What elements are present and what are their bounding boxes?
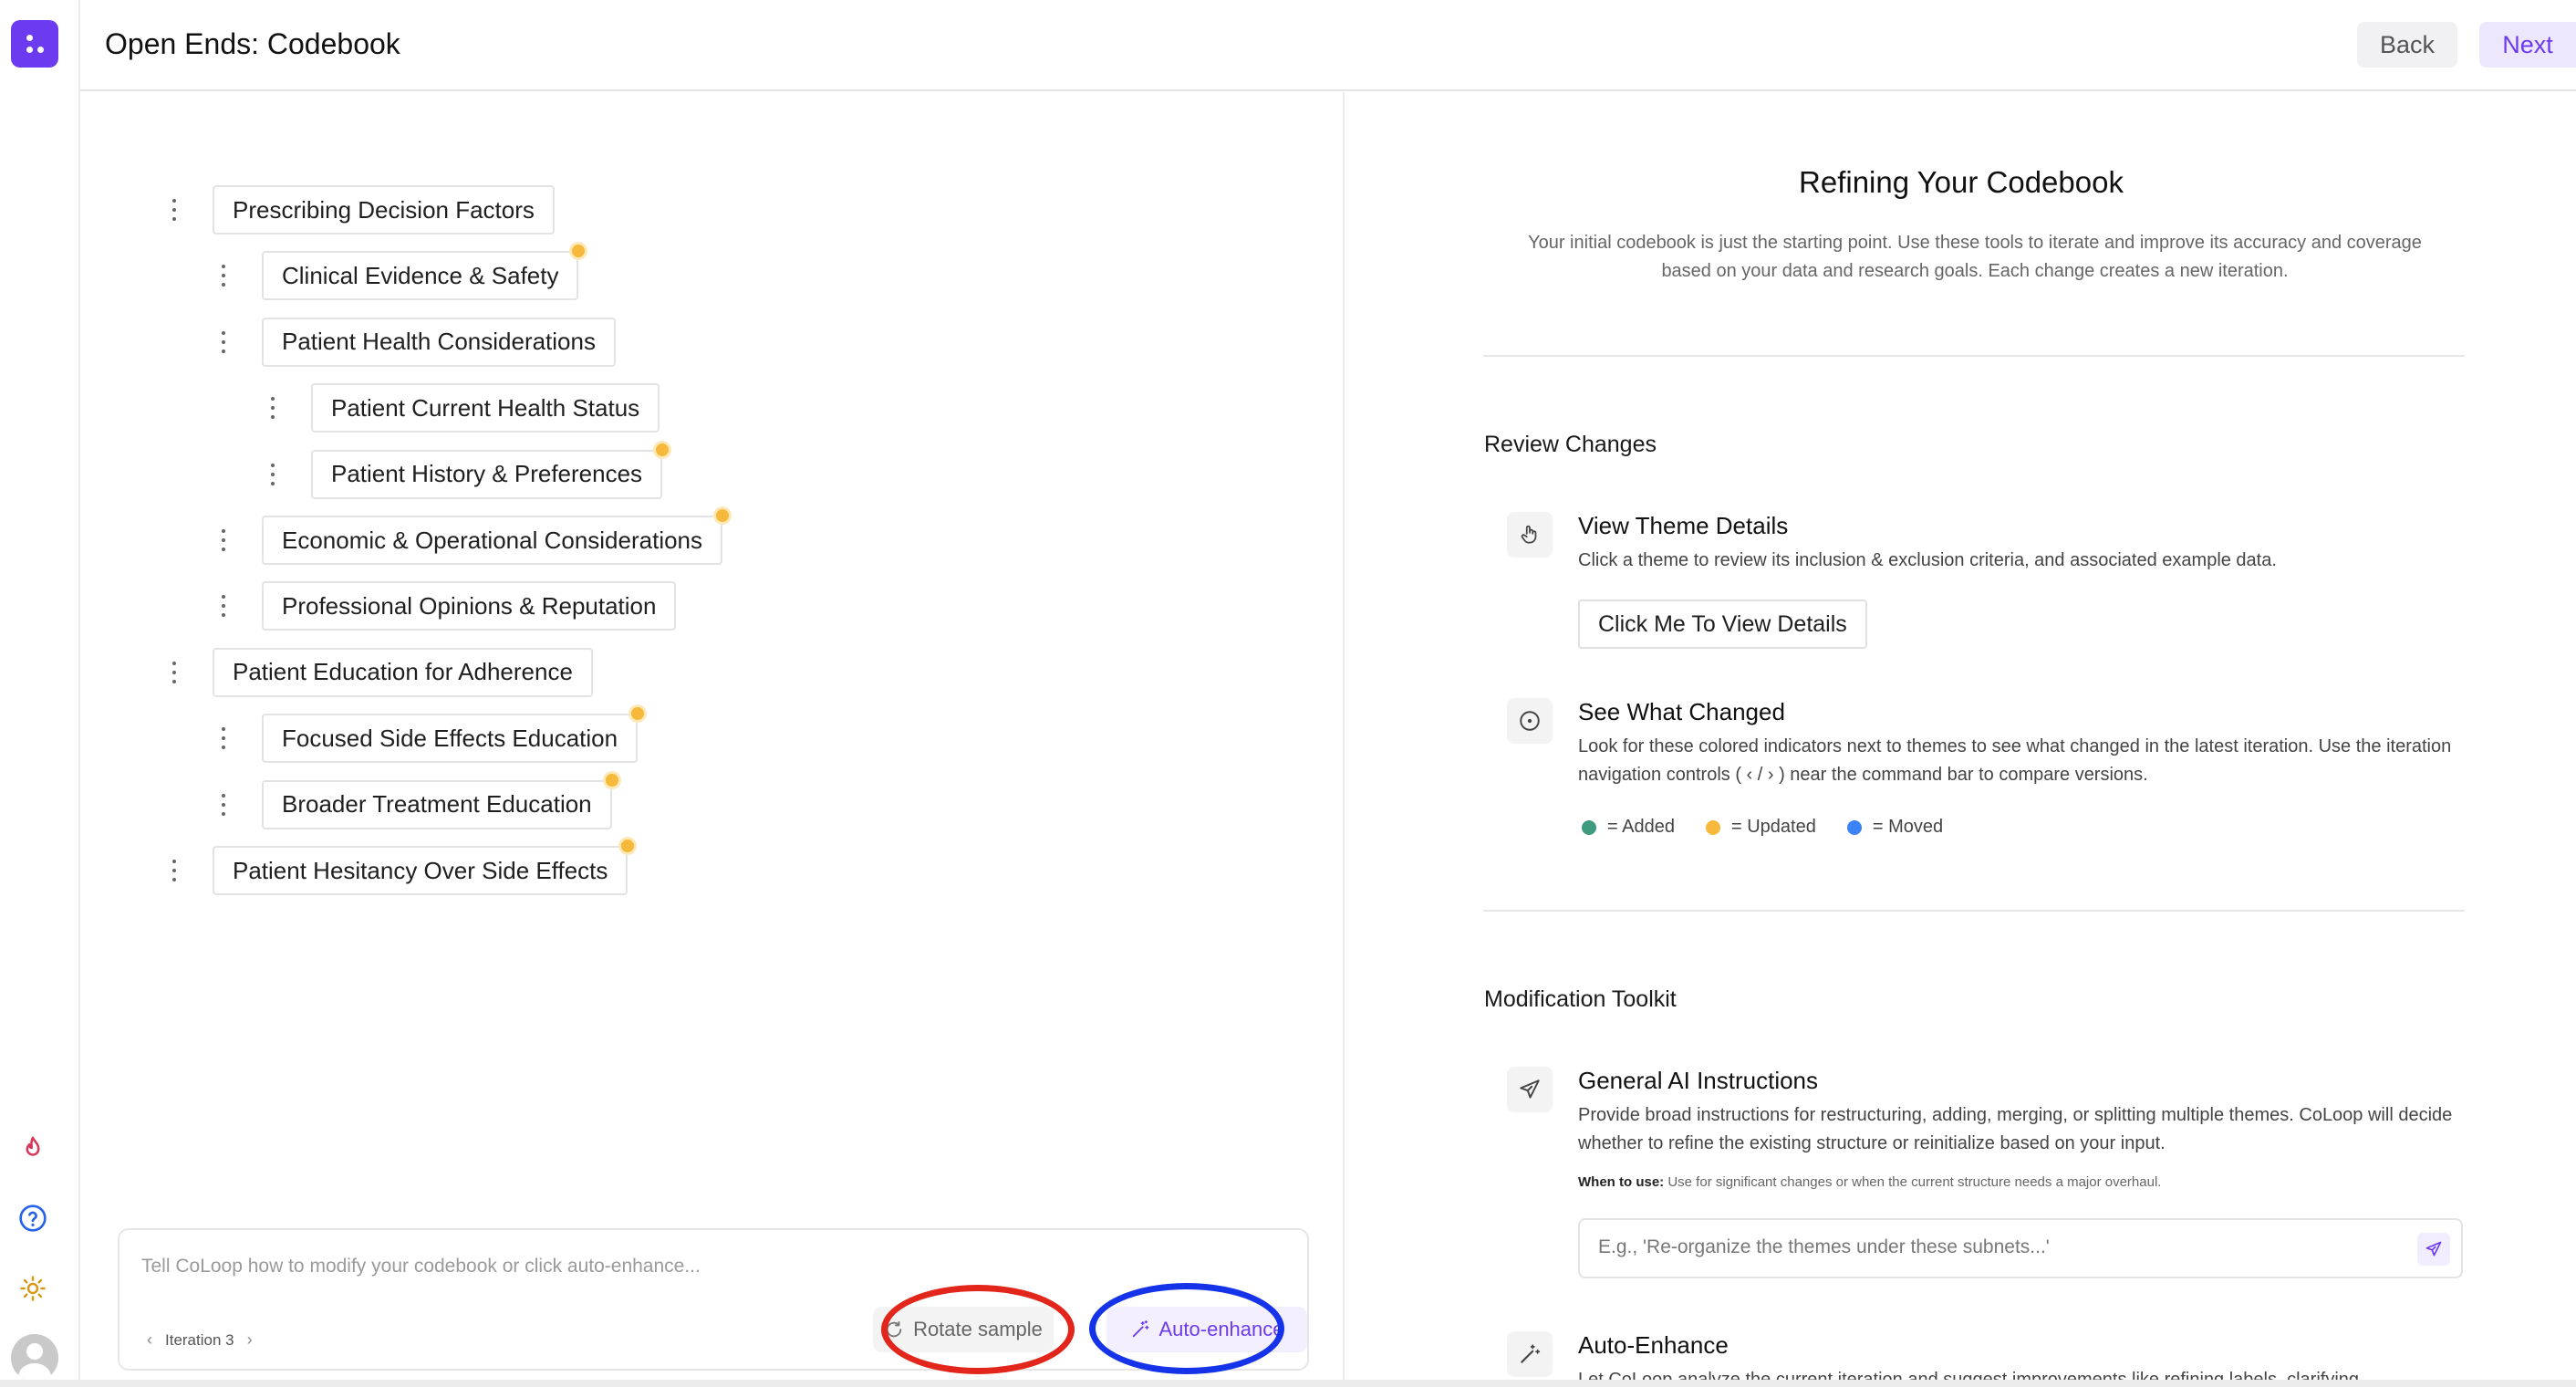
added-dot-icon — [1582, 819, 1596, 835]
drag-handle-icon[interactable] — [267, 397, 278, 420]
theme-node[interactable]: Economic & Operational Considerations — [262, 516, 723, 565]
general-ai-title: General AI Instructions — [1578, 1067, 1819, 1094]
updated-indicator — [656, 443, 669, 456]
when-to-use-text: Use for significant changes or when the … — [1667, 1174, 2162, 1190]
help-icon[interactable] — [16, 1202, 49, 1235]
next-button[interactable]: Next — [2479, 22, 2576, 68]
drag-handle-icon[interactable] — [218, 727, 229, 750]
theme-node[interactable]: Patient Education for Adherence — [213, 647, 593, 697]
guide-title: Refining Your Codebook — [1799, 165, 2124, 199]
modification-toolkit-heading: Modification Toolkit — [1484, 986, 1677, 1012]
page-header: Open Ends: Codebook — [80, 0, 2576, 91]
updated-indicator — [716, 509, 729, 522]
sun-icon[interactable] — [16, 1272, 49, 1305]
general-ai-input[interactable] — [1598, 1236, 2383, 1258]
flame-icon[interactable] — [16, 1132, 49, 1164]
updated-dot-icon — [1705, 819, 1720, 835]
drag-handle-icon[interactable] — [218, 529, 229, 551]
theme-node[interactable]: Patient Health Considerations — [262, 317, 616, 367]
drag-handle-icon[interactable] — [169, 661, 180, 683]
see-what-changed-title: See What Changed — [1578, 698, 1785, 725]
logo-icon[interactable] — [11, 20, 58, 68]
view-theme-details-title: View Theme Details — [1578, 512, 1789, 539]
send-icon — [1507, 1067, 1553, 1112]
theme-node[interactable]: Patient Hesitancy Over Side Effects — [213, 846, 628, 895]
bottom-scroll-edge — [0, 1380, 2576, 1387]
updated-indicator — [572, 245, 585, 258]
target-dot-icon — [1507, 698, 1553, 744]
when-to-use: When to use: Use for significant changes… — [1578, 1174, 2161, 1190]
theme-node[interactable]: Prescribing Decision Factors — [213, 185, 555, 235]
iteration-label: Iteration 3 — [165, 1330, 234, 1349]
command-input[interactable] — [141, 1256, 1236, 1278]
guide-panel: Refining Your Codebook Your initial code… — [1345, 92, 2576, 1387]
avatar[interactable] — [11, 1334, 58, 1382]
hand-pointer-icon — [1507, 512, 1553, 558]
drag-handle-icon[interactable] — [218, 793, 229, 816]
theme-node[interactable]: Focused Side Effects Education — [262, 714, 639, 764]
annotation-circle-blue — [1089, 1283, 1284, 1374]
legend-moved-label: = Moved — [1872, 817, 1944, 837]
updated-indicator — [631, 707, 644, 721]
chevron-right-icon[interactable]: › — [247, 1330, 253, 1350]
legend-updated: = Updated — [1705, 817, 1816, 838]
legend-updated-label: = Updated — [1730, 817, 1816, 837]
drag-handle-icon[interactable] — [218, 265, 229, 287]
annotation-circle-red — [881, 1285, 1075, 1374]
drag-handle-icon[interactable] — [267, 463, 278, 485]
view-details-button[interactable]: Click Me To View Details — [1578, 600, 1867, 649]
legend-added: = Added — [1582, 817, 1675, 838]
general-ai-input-box — [1578, 1218, 2463, 1278]
page-title: Open Ends: Codebook — [105, 27, 400, 60]
theme-node[interactable]: Clinical Evidence & Safety — [262, 251, 579, 301]
back-button[interactable]: Back — [2357, 22, 2457, 68]
drag-handle-icon[interactable] — [218, 330, 229, 353]
review-changes-heading: Review Changes — [1484, 432, 1657, 457]
theme-node[interactable]: Professional Opinions & Reputation — [262, 581, 677, 631]
magic-wand-icon — [1507, 1331, 1553, 1377]
when-to-use-label: When to use: — [1578, 1174, 1665, 1190]
send-icon — [2425, 1241, 2442, 1257]
updated-indicator — [606, 773, 618, 787]
divider — [1483, 355, 2465, 357]
theme-node[interactable]: Patient History & Preferences — [311, 449, 663, 499]
theme-node[interactable]: Patient Current Health Status — [311, 383, 660, 433]
chevron-left-icon[interactable]: ‹ — [147, 1330, 152, 1350]
updated-indicator — [621, 840, 634, 852]
iteration-nav: ‹ Iteration 3 › — [147, 1330, 253, 1350]
codebook-panel: Prescribing Decision Factors Clinical Evi… — [82, 92, 1343, 1387]
drag-handle-icon[interactable] — [169, 199, 180, 221]
see-what-changed-desc: Look for these colored indicators next t… — [1578, 736, 2452, 785]
drag-handle-icon[interactable] — [218, 595, 229, 618]
send-button[interactable] — [2417, 1233, 2450, 1266]
left-rail — [0, 0, 80, 1387]
legend-added-label: = Added — [1607, 817, 1675, 837]
auto-enhance-title: Auto-Enhance — [1578, 1331, 1729, 1359]
legend-moved: = Moved — [1846, 817, 1944, 838]
status-legend: = Added = Updated = Moved — [1582, 817, 1943, 838]
moved-dot-icon — [1846, 819, 1862, 835]
theme-node[interactable]: Broader Treatment Education — [262, 779, 612, 829]
view-theme-details-desc: Click a theme to review its inclusion & … — [1578, 550, 2277, 570]
drag-handle-icon[interactable] — [169, 860, 180, 881]
general-ai-desc: Provide broad instructions for restructu… — [1578, 1105, 2453, 1153]
divider — [1483, 910, 2465, 912]
guide-subtitle: Your initial codebook is just the starti… — [1528, 233, 2422, 281]
